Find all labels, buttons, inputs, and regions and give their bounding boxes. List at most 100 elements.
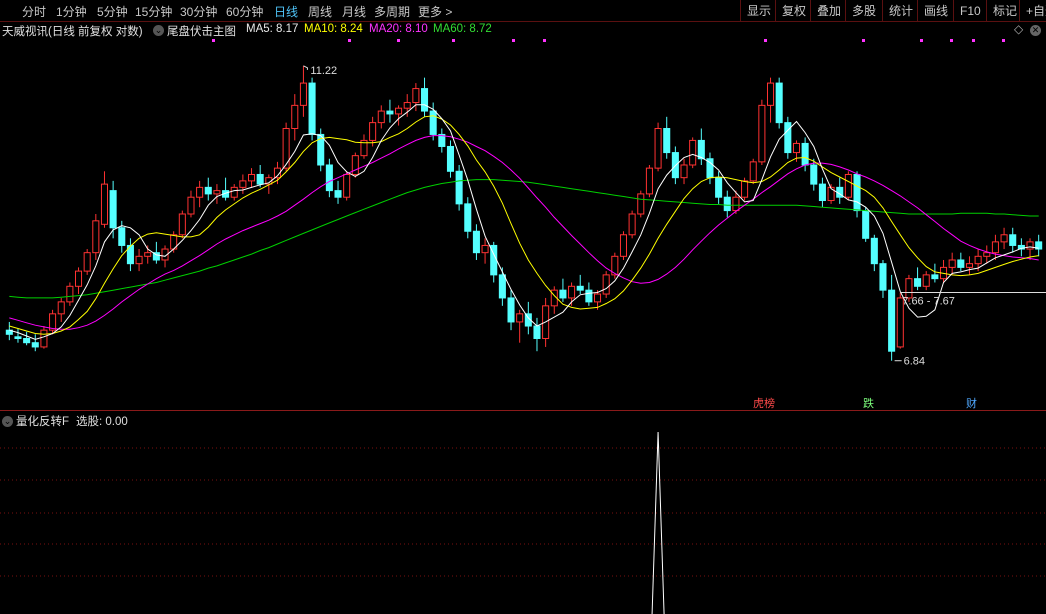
candle-body	[888, 289, 896, 352]
candle-body	[879, 263, 887, 291]
candle-body	[144, 252, 152, 257]
toolbar-button[interactable]: 复权	[775, 0, 812, 22]
timeframe-tab[interactable]: 60分钟	[226, 3, 263, 20]
diamond-icon[interactable]: ◇	[1014, 22, 1023, 36]
candle-body	[66, 285, 74, 303]
candle-body	[741, 180, 749, 198]
candle-body	[715, 177, 723, 198]
timeframe-tab[interactable]: 周线	[308, 3, 332, 20]
candle-body	[57, 301, 65, 315]
candle-body	[100, 183, 109, 225]
candle-body	[576, 285, 584, 291]
candle-body	[931, 274, 939, 280]
candle-body	[862, 210, 870, 239]
candle-body	[974, 255, 982, 265]
candle-body	[749, 161, 757, 182]
ma10-value: MA10: 8.24	[304, 23, 363, 35]
top-marker	[972, 39, 975, 42]
candle-body	[118, 227, 126, 246]
toolbar-button[interactable]: 统计	[882, 0, 919, 22]
event-badge: 跌	[863, 396, 874, 410]
toolbar-button[interactable]: +自选	[1019, 0, 1046, 22]
candle-body	[472, 230, 480, 254]
candle-body	[568, 285, 576, 299]
candle-body	[516, 313, 524, 323]
top-marker	[512, 39, 515, 42]
candle-body	[282, 128, 290, 169]
candlestick-chart[interactable]: 11.22 6.84 7.66 - 7.67 虎榜 跌 财	[0, 38, 1046, 410]
candle-body	[801, 142, 809, 166]
candle-body	[109, 190, 117, 229]
indicator-infobar: ⌄ 量化反转F 选股: 0.00	[0, 410, 1046, 428]
stock-title[interactable]: 天威视讯(日线 前复权 对数)	[2, 23, 143, 39]
candle-body	[135, 255, 143, 265]
timeframe-tab[interactable]: 5分钟	[97, 3, 128, 20]
candle-body	[386, 110, 394, 115]
candle-body	[178, 213, 186, 236]
timeframe-tab[interactable]: 日线	[274, 3, 298, 20]
ma20-value: MA20: 8.10	[369, 23, 428, 35]
candle-body	[965, 263, 974, 268]
candle-body	[602, 274, 610, 295]
indicator-chart[interactable]	[0, 428, 1046, 614]
candle-body	[204, 186, 212, 195]
candle-body	[299, 82, 307, 106]
candle-body	[914, 278, 922, 287]
timeframe-tab[interactable]: 月线	[342, 3, 366, 20]
candle-body	[377, 110, 385, 124]
ma60-value: MA60: 8.72	[433, 23, 492, 35]
ma20-line	[9, 135, 1039, 330]
candle-body	[775, 82, 783, 124]
top-marker	[862, 39, 865, 42]
candle-body	[213, 190, 221, 195]
candle-body	[455, 170, 463, 205]
candle-body	[498, 274, 506, 299]
candle-body	[92, 220, 100, 254]
candle-body	[507, 297, 515, 323]
candle-body	[585, 289, 593, 303]
candle-body	[628, 213, 636, 236]
timeframe-tab[interactable]: 30分钟	[180, 3, 217, 20]
top-marker	[397, 39, 400, 42]
timeframe-tab[interactable]: 更多 >	[418, 3, 452, 20]
candle-body	[256, 173, 264, 185]
signal-spike	[651, 431, 665, 614]
candle-body	[844, 173, 852, 198]
timeframe-tab[interactable]: 分时	[22, 3, 46, 20]
candle-body	[654, 128, 662, 169]
candle-body	[818, 183, 826, 202]
toolbar-button[interactable]: 标记	[986, 0, 1023, 22]
timeframe-tab[interactable]: 多周期	[374, 3, 410, 20]
candle-body	[983, 252, 991, 257]
candle-body	[991, 241, 999, 254]
candle-body	[351, 155, 359, 175]
toolbar-button[interactable]: 画线	[917, 0, 954, 22]
toolbar-button[interactable]: F10	[953, 0, 987, 22]
top-marker	[212, 39, 215, 42]
toolbar-button[interactable]: 叠加	[810, 0, 847, 22]
candle-body	[291, 104, 299, 130]
candle-body	[230, 186, 238, 198]
candle-body	[403, 102, 411, 109]
indicator-pane-name[interactable]: 量化反转F	[16, 413, 69, 429]
top-marker	[348, 39, 351, 42]
candle-body	[429, 110, 437, 135]
ma5-line	[9, 104, 1039, 340]
candle-body	[593, 293, 602, 303]
candle-body	[810, 164, 818, 185]
candle-body	[723, 196, 731, 212]
timeframe-tab[interactable]: 15分钟	[135, 3, 172, 20]
toolbar-button[interactable]: 显示	[740, 0, 777, 22]
timeframe-tab[interactable]: 1分钟	[56, 3, 87, 20]
period-toolbar: 分时 1分钟 5分钟 15分钟 30分钟 60分钟 日线 周线 月线 多周期 更多 > 显示 复权 叠加…	[0, 0, 1046, 22]
candle-body	[697, 139, 705, 160]
indicator-name[interactable]: 尾盘伏击主图	[167, 23, 236, 39]
candle-body	[325, 164, 333, 192]
candle-body	[187, 196, 195, 215]
candle-body	[948, 259, 956, 268]
ma10-line	[9, 115, 1039, 335]
toolbar-button[interactable]: 多股	[845, 0, 882, 22]
candle-body	[853, 173, 861, 212]
candle-body	[870, 237, 878, 265]
top-marker	[1002, 39, 1005, 42]
